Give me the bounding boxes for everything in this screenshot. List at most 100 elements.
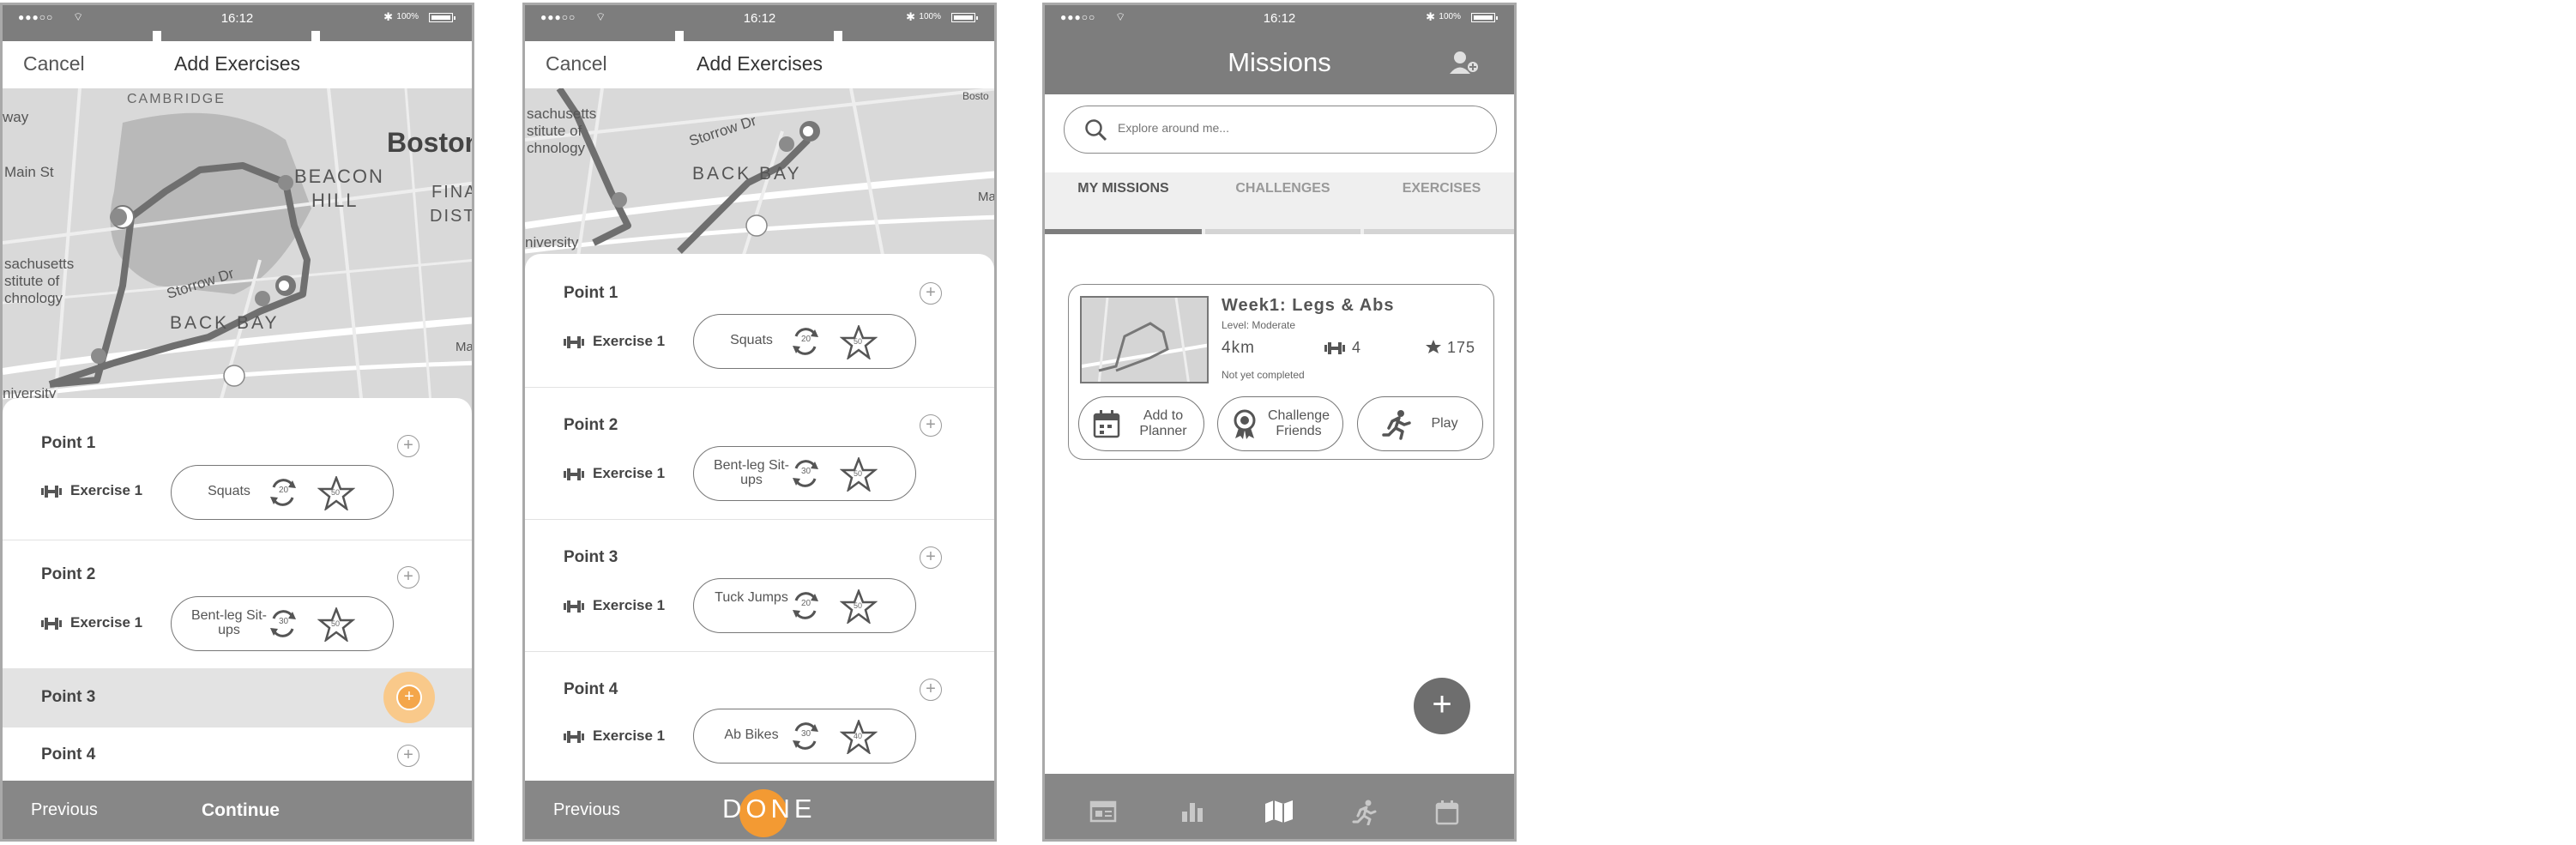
exercise-name: Exercise 1	[70, 614, 143, 631]
tab-indicator	[1045, 229, 1202, 234]
map-label: chnology	[4, 290, 63, 306]
map-label: HILL	[311, 190, 359, 211]
point-title: Point 4	[41, 745, 96, 764]
point-row: Point 1 + Exercise 1 Squats 20 50	[3, 398, 472, 540]
add-point-exercise-button[interactable]: +	[397, 566, 419, 588]
map-label: way	[3, 109, 29, 125]
point-row-selected[interactable]: Point 3 +	[3, 668, 472, 727]
add-point-exercise-button[interactable]: +	[920, 679, 942, 701]
exercise-label: Exercise 1	[41, 614, 142, 631]
nav-bar: Cancel Add Exercises	[3, 41, 472, 89]
search-bar[interactable]	[1064, 106, 1497, 154]
award-icon	[1234, 409, 1256, 439]
map-label: BACK BAY	[692, 164, 802, 184]
exercise-type: Bent-leg Sit-ups	[713, 458, 790, 487]
news-icon[interactable]	[1089, 800, 1117, 824]
exercise-pill[interactable]: Tuck Jumps 20 50	[693, 578, 916, 633]
tab-my-missions[interactable]: MY MISSIONS	[1045, 172, 1202, 234]
calendar-icon	[1093, 410, 1120, 438]
phone-screen-add-exercises-2: ●●●○○ ⌔ 16:12 ✱ 100% Cancel Add Exercise…	[522, 3, 997, 842]
dumbbell-icon	[1324, 342, 1345, 355]
runner-icon[interactable]	[1352, 800, 1378, 825]
map-icon[interactable]	[1264, 800, 1294, 824]
tab-bar: MY MISSIONS CHALLENGES EXERCISES	[1045, 172, 1514, 234]
map-label: niversity	[525, 234, 579, 250]
exercise-pill[interactable]: Squats 20 50	[171, 465, 394, 520]
page-title: Add Exercises	[696, 52, 823, 75]
mission-card[interactable]: Week1: Legs & Abs Level: Moderate 4km 4 …	[1068, 284, 1494, 460]
previous-button[interactable]: Previous	[31, 800, 98, 820]
progress-segment	[320, 31, 472, 41]
battery-icon	[429, 13, 455, 22]
route-map[interactable]: CAMBRIDGE Boston BEACON HILL FINAN DIST …	[3, 88, 472, 414]
exercise-type: Tuck Jumps	[715, 590, 788, 605]
reps-count: 30	[279, 617, 289, 626]
add-mission-button[interactable]: +	[1414, 678, 1470, 734]
play-button[interactable]: Play	[1357, 396, 1483, 451]
footer-bar: Previous DONE	[525, 781, 994, 839]
progress-segment	[842, 31, 994, 41]
calendar-icon[interactable]	[1435, 800, 1459, 825]
exercise-pill[interactable]: Bent-leg Sit-ups 30 50	[171, 596, 394, 651]
add-point-exercise-button[interactable]: +	[397, 745, 419, 767]
mission-level: Level: Moderate	[1222, 319, 1296, 331]
map-thumbnail-drawing	[1082, 298, 1207, 382]
score-value: 50	[854, 337, 863, 346]
reps-count: 20	[801, 335, 811, 344]
point-title: Point 1	[564, 284, 618, 302]
exercise-pill[interactable]: Squats 20 50	[693, 314, 916, 369]
add-friend-icon[interactable]	[1449, 50, 1480, 75]
exercise-label: Exercise 1	[564, 333, 665, 350]
add-to-planner-button[interactable]: Add to Planner	[1078, 396, 1204, 451]
point-title: Point 3	[564, 548, 618, 566]
point-title: Point 1	[41, 434, 96, 452]
exercise-label: Exercise 1	[564, 597, 665, 614]
mission-distance: 4km	[1222, 339, 1255, 357]
map-label: Bosto	[962, 90, 989, 102]
bar-chart-icon[interactable]	[1180, 800, 1204, 824]
points-sheet: Point 1 + Exercise 1 Squats 20 50 Point …	[3, 398, 472, 784]
continue-button[interactable]: Continue	[202, 800, 280, 821]
points-sheet: Point 1 + Exercise 1 Squats 20 50 Point …	[525, 254, 994, 781]
score-value: 50	[331, 619, 341, 628]
count-value: 4	[1352, 339, 1361, 356]
phone-screen-add-exercises-1: ●●●○○ ⌔ 16:12 ✱ 100% Cancel Add Exercise…	[0, 3, 474, 842]
dumbbell-icon	[564, 335, 584, 348]
battery-percent: 100%	[1439, 12, 1461, 21]
mission-score: 175	[1425, 339, 1475, 357]
add-point-exercise-button[interactable]: +	[920, 546, 942, 569]
route-map[interactable]: sachusetts stitute of chnology Storrow D…	[525, 88, 994, 269]
exercise-label: Exercise 1	[564, 727, 665, 745]
tab-challenges[interactable]: CHALLENGES	[1205, 172, 1360, 234]
search-input[interactable]	[1116, 120, 1463, 136]
exercise-name: Exercise 1	[593, 727, 666, 744]
tab-exercises[interactable]: EXERCISES	[1364, 172, 1514, 234]
exercise-pill[interactable]: Ab Bikes 30 40	[693, 709, 916, 764]
point-row: Point 4 +	[3, 727, 472, 784]
map-label: DIST	[430, 207, 472, 226]
add-point-exercise-button[interactable]: +	[920, 282, 942, 305]
nav-bar: Cancel Add Exercises	[525, 41, 994, 89]
add-point-exercise-button[interactable]: +	[396, 685, 422, 710]
map-label: FINAN	[431, 183, 472, 202]
map-label: Ma	[455, 340, 472, 354]
bluetooth-icon: ✱	[383, 10, 393, 23]
tab-label: EXERCISES	[1402, 181, 1481, 196]
dumbbell-icon	[564, 730, 584, 743]
star-icon	[1426, 340, 1441, 353]
page-title: Missions	[1228, 47, 1331, 77]
previous-button[interactable]: Previous	[553, 800, 620, 820]
point-title: Point 2	[41, 565, 96, 583]
reps-count: 30	[801, 729, 811, 739]
add-point-exercise-button[interactable]: +	[397, 435, 419, 457]
done-button[interactable]: DONE	[722, 794, 817, 824]
dumbbell-icon	[41, 617, 62, 630]
challenge-friends-button[interactable]: Challenge Friends	[1217, 396, 1343, 451]
map-label: BACK BAY	[170, 313, 280, 333]
footer-bar: Previous Continue	[3, 781, 472, 839]
score-value: 50	[854, 469, 863, 478]
add-point-exercise-button[interactable]: +	[920, 414, 942, 437]
exercise-pill[interactable]: Bent-leg Sit-ups 30 50	[693, 446, 916, 501]
progress-segment	[684, 31, 834, 41]
dumbbell-icon	[41, 485, 62, 498]
